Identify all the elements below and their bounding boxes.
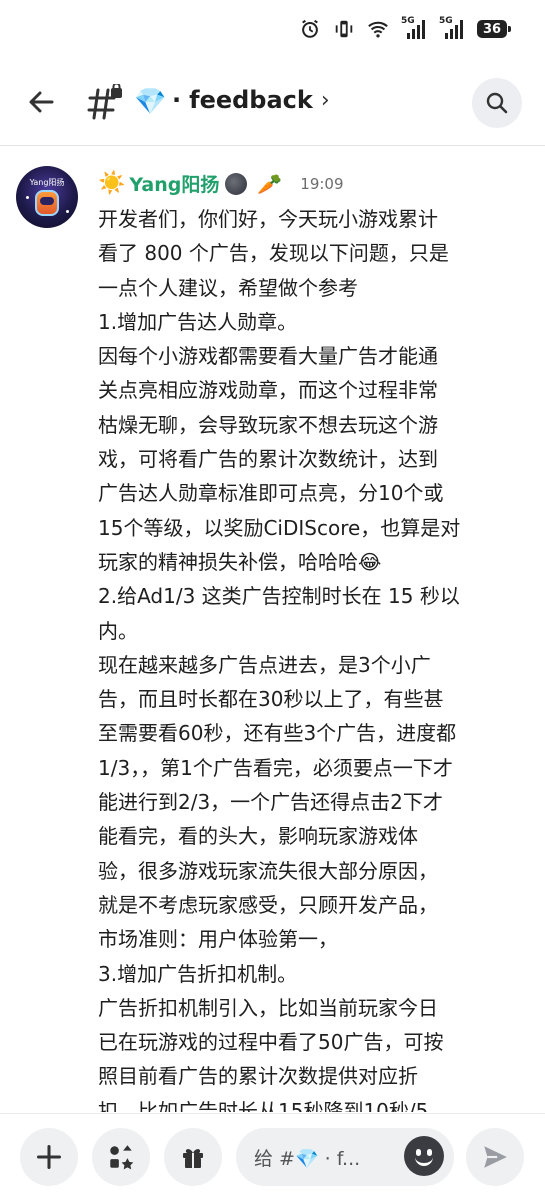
message-line: 能看完，看的头大，影响玩家游戏体 [98, 824, 418, 849]
search-button[interactable] [472, 78, 522, 128]
chevron-right-icon: › [320, 87, 330, 113]
gift-button[interactable] [164, 1128, 222, 1186]
send-icon [484, 1146, 507, 1168]
signal-icon: 5G [401, 16, 427, 40]
message-line: 市场准则：用户体验第一， [98, 927, 338, 952]
emoji-icon[interactable] [404, 1136, 444, 1176]
wifi-icon [368, 21, 388, 38]
add-button[interactable] [20, 1128, 78, 1186]
battery-level: 36 [482, 21, 502, 37]
battery-icon: 36 [477, 20, 511, 38]
message-line: 因每个小游戏都需要看大量广告才能通 [98, 344, 438, 369]
message-input-placeholder: 给 #💎 · f... [254, 1147, 361, 1170]
message-line: 一点个人建议，希望做个参考 [98, 275, 358, 300]
message-body: 开发者们，你们好，今天玩小游戏累计 看了 800 个广告，发现以下问题，只是 一点个… [98, 202, 534, 1112]
message-line: 能进行到2/3，一个广告还得点击2下才 [98, 790, 443, 815]
channel-separator: · [172, 86, 182, 114]
message-line: 2.给Ad1/3 这类广告控制时长在 15 秒以 [98, 584, 460, 609]
message-line: 广告达人勋章标准即可点亮，分10个或 [98, 481, 444, 506]
message-line: 15个等级，以奖励CiDIScore，也算是对 [98, 515, 461, 540]
message-line: 现在越来越多广告点进去，是3个小广 [98, 652, 431, 677]
message-line: 广告折扣机制引入，比如当前玩家今日 [98, 995, 438, 1020]
signal-icon: 5G [439, 16, 465, 40]
gift-icon [183, 1149, 203, 1168]
channel-name: feedback [189, 86, 313, 114]
robot-icon [35, 190, 59, 216]
avatar[interactable]: Yang阳扬 [16, 166, 78, 228]
message-line: 至需要看60秒，还有些3个广告，进度都 [98, 721, 457, 746]
message-line: 关点亮相应游戏勋章，而这个过程非常 [98, 378, 438, 403]
carrot-badge: 🥕 [257, 171, 283, 196]
moon-icon [225, 172, 248, 195]
message-input[interactable]: 给 #💎 · f... [236, 1128, 454, 1186]
channel-header: 💎 · feedback › [0, 60, 545, 146]
apps-icon [110, 1145, 134, 1170]
plus-icon [36, 1144, 62, 1170]
message-line: 已在玩游戏的过程中看了50广告，可按 [98, 1030, 444, 1055]
message-line: 1/3，，第1个广告看完，必须要点一下才 [98, 755, 453, 780]
channel-emoji: 💎 [134, 87, 167, 117]
message-line: 看了 800 个广告，发现以下问题，只是 [98, 241, 449, 266]
message-line: 验，很多游戏玩家流失很大部分原因， [98, 858, 438, 883]
username[interactable]: Yang阳扬 [129, 170, 219, 197]
message-line: 枯燥无聊，会导致玩家不想去玩这个游 [98, 412, 438, 437]
back-arrow-icon[interactable] [22, 82, 62, 122]
message-line: 扣，比如广告时长从15秒降到10秒/5 [98, 1098, 429, 1112]
search-icon [486, 92, 508, 114]
message-line: 开发者们，你们好，今天玩小游戏累计 [98, 207, 438, 231]
send-button[interactable] [466, 1128, 524, 1186]
message-time: 19:09 [300, 174, 344, 193]
message-line: 告，而且时长都在30秒以上了，有些甚 [98, 687, 444, 712]
message-line: 内。 [98, 618, 138, 643]
alarm-icon [302, 19, 318, 38]
apps-button[interactable] [92, 1128, 150, 1186]
message-line: 1.增加广告达人勋章。 [98, 309, 298, 334]
vibrate-icon [335, 20, 353, 38]
message-header: ☀️ Yang阳扬 🥕 19:09 [98, 170, 344, 197]
channel-title[interactable]: · feedback › [172, 86, 330, 114]
message-line: 戏，可将看广告的累计次数统计，达到 [98, 447, 438, 472]
message-line: 玩家的精神损失补偿，哈哈哈😂 [98, 549, 382, 574]
message-line: 就是不考虑玩家感受，只顾开发产品， [98, 892, 438, 917]
sun-emoji: ☀️ [98, 171, 126, 196]
message-line: 照目前看广告的累计次数提供对应折 [98, 1064, 418, 1089]
hash-lock-icon [87, 84, 122, 120]
composer-bar: 给 #💎 · f... [0, 1113, 545, 1200]
message-line: 3.增加广告折扣机制。 [98, 961, 298, 986]
avatar-text: Yang阳扬 [29, 178, 65, 187]
status-bar: 5G 5G 36 [0, 0, 545, 60]
